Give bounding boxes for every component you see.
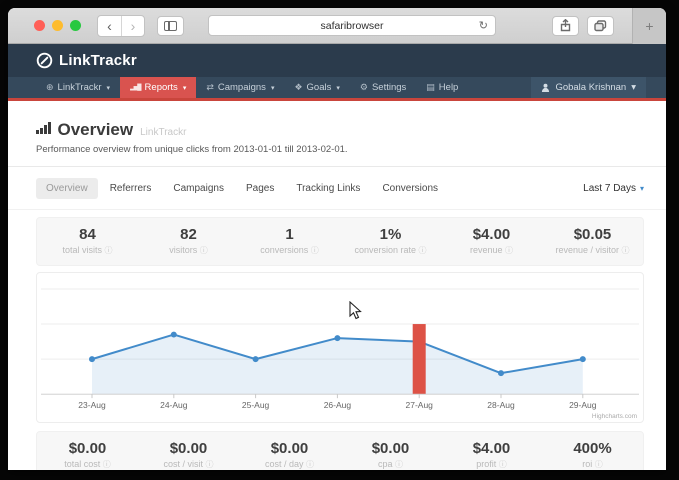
minimize-window-button[interactable] xyxy=(52,20,63,31)
tab-conversions[interactable]: Conversions xyxy=(372,178,448,199)
info-icon[interactable]: ⓘ xyxy=(505,246,513,255)
tab-referrers[interactable]: Referrers xyxy=(100,178,162,199)
stat-roi: 400% roi ⓘ xyxy=(542,440,643,470)
mouse-cursor xyxy=(349,301,362,320)
stat-conversion-rate: 1% conversion rate ⓘ xyxy=(340,226,441,256)
stat-conversions: 1 conversions ⓘ xyxy=(239,226,340,256)
chevron-down-icon: ▾ xyxy=(631,82,636,93)
info-icon[interactable]: ⓘ xyxy=(206,460,214,469)
svg-text:23-Aug: 23-Aug xyxy=(78,400,106,410)
nav-item-linktrackr[interactable]: ⊕ LinkTrackr ▾ xyxy=(36,77,120,98)
nav-item-goals[interactable]: ❖ Goals ▾ xyxy=(284,77,349,98)
tabs-icon xyxy=(594,20,607,32)
url-text: safaribrowser xyxy=(320,20,383,32)
svg-text:28-Aug: 28-Aug xyxy=(487,400,515,410)
plus-icon: + xyxy=(645,18,653,34)
browser-toolbar: ‹ › safaribrowser ↻ xyxy=(8,8,666,44)
user-name: Gobala Krishnan xyxy=(555,82,626,93)
chart-icon xyxy=(36,122,51,134)
zoom-window-button[interactable] xyxy=(70,20,81,31)
chevron-down-icon: ▾ xyxy=(107,84,111,92)
visits-chart[interactable]: 23-Aug 24-Aug 25-Aug 26-Aug 27-Aug 28-Aug 29-A… xyxy=(36,272,644,423)
sidebar-icon xyxy=(164,21,177,31)
info-icon[interactable]: ⓘ xyxy=(311,246,319,255)
main-nav: ⊕ LinkTrackr ▾ ▂▅█ Reports ▾ ⇄ Campaigns… xyxy=(8,77,666,101)
chevron-down-icon: ▾ xyxy=(271,84,275,92)
tab-pages[interactable]: Pages xyxy=(236,178,284,199)
info-icon[interactable]: ⓘ xyxy=(622,246,630,255)
toolbar-right-group xyxy=(552,16,614,36)
nav-item-help[interactable]: ▤ Help xyxy=(416,77,468,98)
brand-name: LinkTrackr xyxy=(59,52,137,69)
shuffle-icon: ⇄ xyxy=(206,82,214,93)
globe-icon: ⊕ xyxy=(46,82,54,93)
info-icon[interactable]: ⓘ xyxy=(395,460,403,469)
user-icon xyxy=(541,83,550,92)
info-icon[interactable]: ⓘ xyxy=(103,460,111,469)
nav-item-settings[interactable]: ⚙ Settings xyxy=(350,77,416,98)
svg-text:24-Aug: 24-Aug xyxy=(160,400,188,410)
stat-cpa: $0.00 cpa ⓘ xyxy=(340,440,441,470)
goal-icon: ❖ xyxy=(294,82,302,93)
nav-item-reports[interactable]: ▂▅█ Reports ▾ xyxy=(120,77,196,98)
stat-cost-per-day: $0.00 cost / day ⓘ xyxy=(239,440,340,470)
page-subtitle: Performance overview from unique clicks … xyxy=(36,144,638,155)
stats-row-top: 84 total visits ⓘ 82 visitors ⓘ 1 conver… xyxy=(36,217,644,266)
stat-profit: $4.00 profit ⓘ xyxy=(441,440,542,470)
sidebar-toggle-button[interactable] xyxy=(157,16,184,36)
book-icon: ▤ xyxy=(426,82,435,93)
stat-total-visits: 84 total visits ⓘ xyxy=(37,226,138,256)
app-header: LinkTrackr xyxy=(8,44,666,77)
tab-campaigns[interactable]: Campaigns xyxy=(163,178,234,199)
history-nav-group: ‹ › xyxy=(97,15,145,37)
new-tab-button[interactable]: + xyxy=(632,8,666,44)
svg-text:25-Aug: 25-Aug xyxy=(242,400,270,410)
stat-total-cost: $0.00 total cost ⓘ xyxy=(37,440,138,470)
info-icon[interactable]: ⓘ xyxy=(595,460,603,469)
report-tabs: Overview Referrers Campaigns Pages Track… xyxy=(8,167,666,210)
svg-text:Highcharts.com: Highcharts.com xyxy=(592,413,637,420)
stat-visitors: 82 visitors ⓘ xyxy=(138,226,239,256)
screenshot-frame: ‹ › safaribrowser ↻ xyxy=(0,0,679,480)
stat-cost-per-visit: $0.00 cost / visit ⓘ xyxy=(138,440,239,470)
reload-icon[interactable]: ↻ xyxy=(479,19,488,32)
info-icon[interactable]: ⓘ xyxy=(419,246,427,255)
address-bar[interactable]: safaribrowser ↻ xyxy=(208,15,496,36)
tab-overview-button[interactable] xyxy=(587,16,614,36)
chevron-down-icon: ▾ xyxy=(336,84,340,92)
user-menu[interactable]: Gobala Krishnan ▾ xyxy=(531,77,646,98)
close-window-button[interactable] xyxy=(34,20,45,31)
forward-button[interactable]: › xyxy=(121,16,144,36)
linktrackr-logo-icon xyxy=(36,52,53,69)
chevron-down-icon: ▾ xyxy=(640,184,644,193)
line-chart[interactable]: 23-Aug 24-Aug 25-Aug 26-Aug 27-Aug 28-Aug 29-A… xyxy=(37,273,643,422)
page-title-suffix: LinkTrackr xyxy=(140,127,186,138)
back-button[interactable]: ‹ xyxy=(98,16,121,36)
date-range-dropdown[interactable]: Last 7 Days ▾ xyxy=(583,183,644,194)
wrench-icon: ⚙ xyxy=(360,82,368,93)
page-title: Overview xyxy=(58,120,134,140)
share-button[interactable] xyxy=(552,16,579,36)
info-icon[interactable]: ⓘ xyxy=(105,246,113,255)
bar-chart-icon: ▂▅█ xyxy=(130,84,140,91)
stats-row-bottom: $0.00 total cost ⓘ $0.00 cost / visit ⓘ … xyxy=(36,431,644,470)
page-heading: Overview LinkTrackr Performance overview… xyxy=(8,101,666,167)
info-icon[interactable]: ⓘ xyxy=(200,246,208,255)
stat-revenue-per-visitor: $0.05 revenue / visitor ⓘ xyxy=(542,226,643,256)
info-icon[interactable]: ⓘ xyxy=(499,460,507,469)
svg-text:26-Aug: 26-Aug xyxy=(324,400,352,410)
svg-text:29-Aug: 29-Aug xyxy=(569,400,597,410)
nav-item-campaigns[interactable]: ⇄ Campaigns ▾ xyxy=(196,77,284,98)
info-icon[interactable]: ⓘ xyxy=(306,460,314,469)
chevron-down-icon: ▾ xyxy=(183,84,187,92)
tab-tracking-links[interactable]: Tracking Links xyxy=(286,178,370,199)
browser-window: ‹ › safaribrowser ↻ xyxy=(8,8,666,470)
share-icon xyxy=(560,19,571,32)
tab-overview[interactable]: Overview xyxy=(36,178,98,199)
window-controls xyxy=(34,20,81,31)
svg-text:27-Aug: 27-Aug xyxy=(405,400,433,410)
stat-revenue: $4.00 revenue ⓘ xyxy=(441,226,542,256)
